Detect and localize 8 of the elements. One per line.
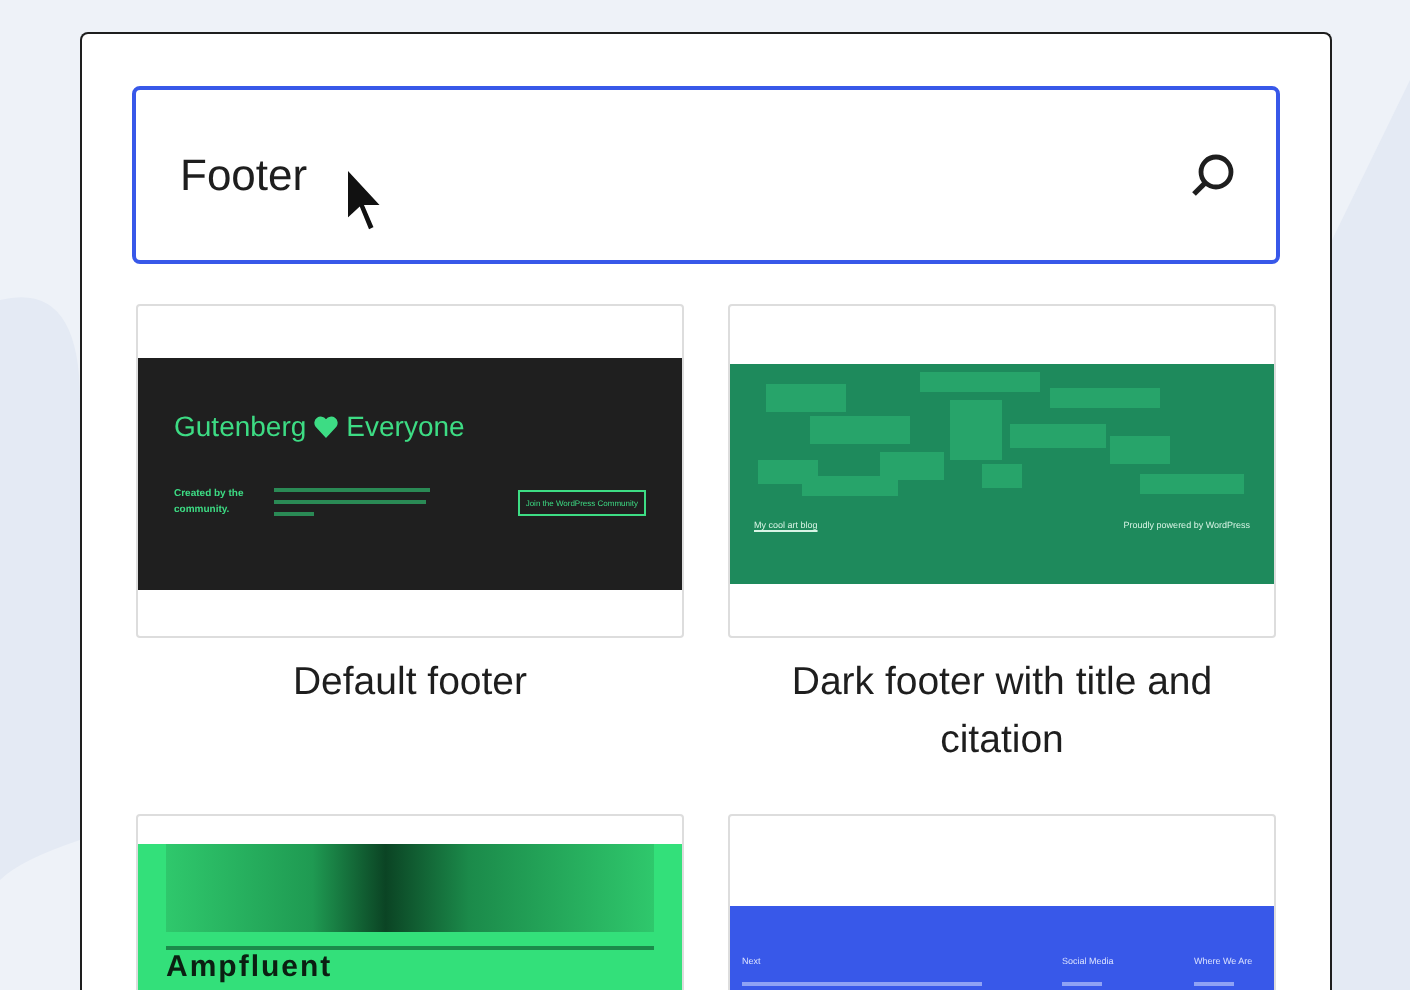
preview-heading: Gutenberg [174,410,307,442]
preview-heading: Everyone [346,410,465,442]
search-field[interactable]: Footer [132,86,1280,264]
brand-name: Ampfluent [166,952,335,984]
pattern-title: Default footer [290,658,530,708]
pattern-card[interactable]: Ampfluent [136,814,684,990]
pattern-title: Dark footer with title and citation [789,658,1215,766]
heart-icon [314,415,339,437]
